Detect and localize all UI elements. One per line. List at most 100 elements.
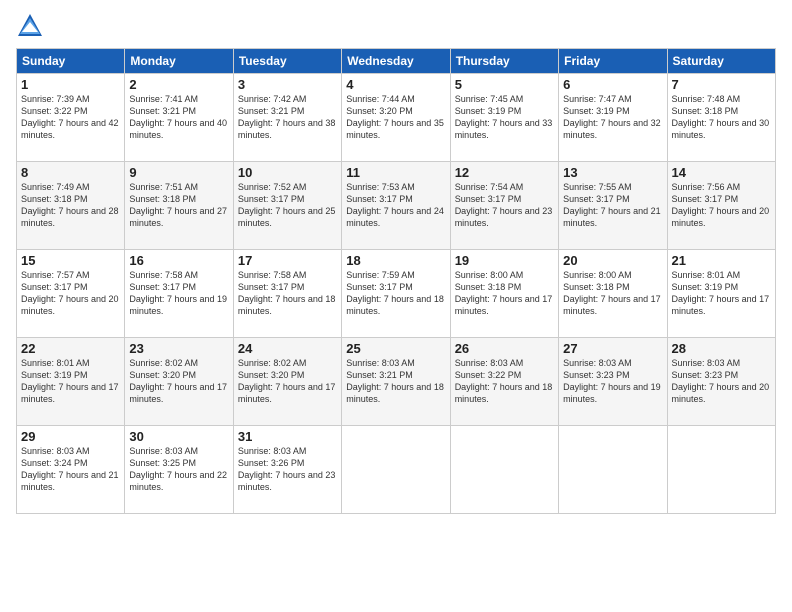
day-info: Sunrise: 8:03 AMSunset: 3:21 PMDaylight:… xyxy=(346,357,445,406)
day-number: 25 xyxy=(346,341,445,356)
day-info: Sunrise: 8:02 AMSunset: 3:20 PMDaylight:… xyxy=(238,357,337,406)
day-info: Sunrise: 7:56 AMSunset: 3:17 PMDaylight:… xyxy=(672,181,771,230)
calendar-table: SundayMondayTuesdayWednesdayThursdayFrid… xyxy=(16,48,776,514)
day-number: 4 xyxy=(346,77,445,92)
week-row-2: 8Sunrise: 7:49 AMSunset: 3:18 PMDaylight… xyxy=(17,162,776,250)
day-info: Sunrise: 7:58 AMSunset: 3:17 PMDaylight:… xyxy=(129,269,228,318)
day-cell xyxy=(559,426,667,514)
day-number: 3 xyxy=(238,77,337,92)
day-cell: 17Sunrise: 7:58 AMSunset: 3:17 PMDayligh… xyxy=(233,250,341,338)
day-number: 22 xyxy=(21,341,120,356)
day-cell: 9Sunrise: 7:51 AMSunset: 3:18 PMDaylight… xyxy=(125,162,233,250)
day-cell: 6Sunrise: 7:47 AMSunset: 3:19 PMDaylight… xyxy=(559,74,667,162)
day-info: Sunrise: 7:47 AMSunset: 3:19 PMDaylight:… xyxy=(563,93,662,142)
day-number: 6 xyxy=(563,77,662,92)
day-number: 30 xyxy=(129,429,228,444)
day-info: Sunrise: 7:48 AMSunset: 3:18 PMDaylight:… xyxy=(672,93,771,142)
day-number: 2 xyxy=(129,77,228,92)
day-number: 12 xyxy=(455,165,554,180)
day-cell: 15Sunrise: 7:57 AMSunset: 3:17 PMDayligh… xyxy=(17,250,125,338)
day-info: Sunrise: 7:59 AMSunset: 3:17 PMDaylight:… xyxy=(346,269,445,318)
day-cell: 13Sunrise: 7:55 AMSunset: 3:17 PMDayligh… xyxy=(559,162,667,250)
col-header-wednesday: Wednesday xyxy=(342,49,450,74)
col-header-sunday: Sunday xyxy=(17,49,125,74)
page: SundayMondayTuesdayWednesdayThursdayFrid… xyxy=(0,0,792,612)
day-info: Sunrise: 8:03 AMSunset: 3:26 PMDaylight:… xyxy=(238,445,337,494)
day-cell xyxy=(450,426,558,514)
day-cell: 3Sunrise: 7:42 AMSunset: 3:21 PMDaylight… xyxy=(233,74,341,162)
day-number: 7 xyxy=(672,77,771,92)
day-info: Sunrise: 7:55 AMSunset: 3:17 PMDaylight:… xyxy=(563,181,662,230)
day-info: Sunrise: 8:00 AMSunset: 3:18 PMDaylight:… xyxy=(563,269,662,318)
logo xyxy=(16,12,48,40)
day-cell: 11Sunrise: 7:53 AMSunset: 3:17 PMDayligh… xyxy=(342,162,450,250)
col-header-thursday: Thursday xyxy=(450,49,558,74)
day-number: 19 xyxy=(455,253,554,268)
day-cell: 27Sunrise: 8:03 AMSunset: 3:23 PMDayligh… xyxy=(559,338,667,426)
day-cell: 16Sunrise: 7:58 AMSunset: 3:17 PMDayligh… xyxy=(125,250,233,338)
day-info: Sunrise: 7:53 AMSunset: 3:17 PMDaylight:… xyxy=(346,181,445,230)
day-cell: 7Sunrise: 7:48 AMSunset: 3:18 PMDaylight… xyxy=(667,74,775,162)
day-info: Sunrise: 7:39 AMSunset: 3:22 PMDaylight:… xyxy=(21,93,120,142)
day-info: Sunrise: 8:03 AMSunset: 3:24 PMDaylight:… xyxy=(21,445,120,494)
week-row-1: 1Sunrise: 7:39 AMSunset: 3:22 PMDaylight… xyxy=(17,74,776,162)
day-number: 11 xyxy=(346,165,445,180)
col-header-monday: Monday xyxy=(125,49,233,74)
day-info: Sunrise: 8:01 AMSunset: 3:19 PMDaylight:… xyxy=(21,357,120,406)
day-cell: 8Sunrise: 7:49 AMSunset: 3:18 PMDaylight… xyxy=(17,162,125,250)
day-cell: 24Sunrise: 8:02 AMSunset: 3:20 PMDayligh… xyxy=(233,338,341,426)
day-cell: 28Sunrise: 8:03 AMSunset: 3:23 PMDayligh… xyxy=(667,338,775,426)
logo-icon xyxy=(16,12,44,40)
day-cell xyxy=(342,426,450,514)
day-info: Sunrise: 7:57 AMSunset: 3:17 PMDaylight:… xyxy=(21,269,120,318)
day-info: Sunrise: 7:51 AMSunset: 3:18 PMDaylight:… xyxy=(129,181,228,230)
day-info: Sunrise: 7:42 AMSunset: 3:21 PMDaylight:… xyxy=(238,93,337,142)
day-info: Sunrise: 7:52 AMSunset: 3:17 PMDaylight:… xyxy=(238,181,337,230)
day-number: 16 xyxy=(129,253,228,268)
day-number: 23 xyxy=(129,341,228,356)
day-number: 21 xyxy=(672,253,771,268)
day-number: 5 xyxy=(455,77,554,92)
day-info: Sunrise: 7:41 AMSunset: 3:21 PMDaylight:… xyxy=(129,93,228,142)
day-info: Sunrise: 8:03 AMSunset: 3:22 PMDaylight:… xyxy=(455,357,554,406)
day-info: Sunrise: 7:49 AMSunset: 3:18 PMDaylight:… xyxy=(21,181,120,230)
col-header-tuesday: Tuesday xyxy=(233,49,341,74)
col-header-saturday: Saturday xyxy=(667,49,775,74)
week-row-3: 15Sunrise: 7:57 AMSunset: 3:17 PMDayligh… xyxy=(17,250,776,338)
day-cell: 22Sunrise: 8:01 AMSunset: 3:19 PMDayligh… xyxy=(17,338,125,426)
day-info: Sunrise: 7:45 AMSunset: 3:19 PMDaylight:… xyxy=(455,93,554,142)
day-info: Sunrise: 7:44 AMSunset: 3:20 PMDaylight:… xyxy=(346,93,445,142)
day-number: 31 xyxy=(238,429,337,444)
day-number: 27 xyxy=(563,341,662,356)
day-number: 29 xyxy=(21,429,120,444)
day-number: 10 xyxy=(238,165,337,180)
calendar-header-row: SundayMondayTuesdayWednesdayThursdayFrid… xyxy=(17,49,776,74)
day-number: 8 xyxy=(21,165,120,180)
day-number: 28 xyxy=(672,341,771,356)
day-cell: 1Sunrise: 7:39 AMSunset: 3:22 PMDaylight… xyxy=(17,74,125,162)
day-cell: 18Sunrise: 7:59 AMSunset: 3:17 PMDayligh… xyxy=(342,250,450,338)
day-cell: 2Sunrise: 7:41 AMSunset: 3:21 PMDaylight… xyxy=(125,74,233,162)
day-cell: 31Sunrise: 8:03 AMSunset: 3:26 PMDayligh… xyxy=(233,426,341,514)
header xyxy=(16,12,776,40)
day-cell: 20Sunrise: 8:00 AMSunset: 3:18 PMDayligh… xyxy=(559,250,667,338)
day-number: 1 xyxy=(21,77,120,92)
day-cell: 5Sunrise: 7:45 AMSunset: 3:19 PMDaylight… xyxy=(450,74,558,162)
day-cell: 21Sunrise: 8:01 AMSunset: 3:19 PMDayligh… xyxy=(667,250,775,338)
col-header-friday: Friday xyxy=(559,49,667,74)
day-number: 9 xyxy=(129,165,228,180)
day-number: 18 xyxy=(346,253,445,268)
day-number: 17 xyxy=(238,253,337,268)
day-info: Sunrise: 8:01 AMSunset: 3:19 PMDaylight:… xyxy=(672,269,771,318)
day-cell: 30Sunrise: 8:03 AMSunset: 3:25 PMDayligh… xyxy=(125,426,233,514)
day-cell: 14Sunrise: 7:56 AMSunset: 3:17 PMDayligh… xyxy=(667,162,775,250)
day-cell: 19Sunrise: 8:00 AMSunset: 3:18 PMDayligh… xyxy=(450,250,558,338)
week-row-4: 22Sunrise: 8:01 AMSunset: 3:19 PMDayligh… xyxy=(17,338,776,426)
day-cell: 23Sunrise: 8:02 AMSunset: 3:20 PMDayligh… xyxy=(125,338,233,426)
day-cell: 29Sunrise: 8:03 AMSunset: 3:24 PMDayligh… xyxy=(17,426,125,514)
day-info: Sunrise: 7:58 AMSunset: 3:17 PMDaylight:… xyxy=(238,269,337,318)
day-cell xyxy=(667,426,775,514)
day-number: 26 xyxy=(455,341,554,356)
day-cell: 26Sunrise: 8:03 AMSunset: 3:22 PMDayligh… xyxy=(450,338,558,426)
day-info: Sunrise: 8:03 AMSunset: 3:23 PMDaylight:… xyxy=(672,357,771,406)
